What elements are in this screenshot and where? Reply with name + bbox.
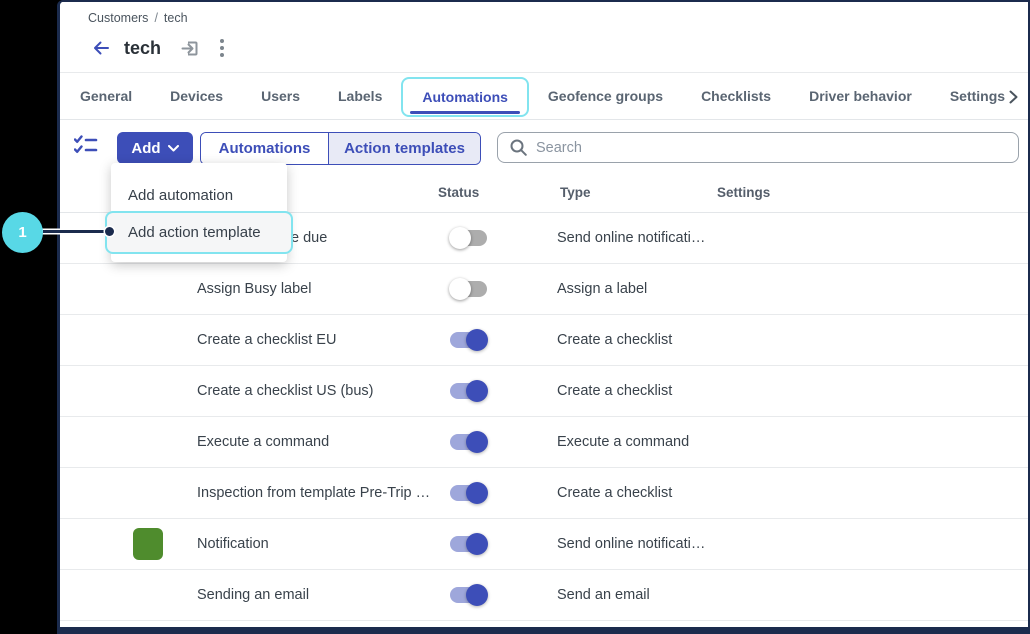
app-window: Customers / tech tech General Devices User… [57,0,1030,634]
page-title: tech [124,38,161,59]
tab-driver-behavior[interactable]: Driver behavior [790,73,931,120]
arrow-left-icon [91,38,111,58]
row-type: Create a checklist [557,383,672,399]
open-in-icon [181,39,200,58]
status-toggle[interactable] [450,383,487,399]
row-type: Execute a command [557,434,689,450]
more-actions-button[interactable] [209,35,235,61]
breadcrumb-tech: tech [164,11,188,25]
tab-users[interactable]: Users [242,73,319,120]
row-type: Assign a label [557,281,647,297]
row-type: Create a checklist [557,332,672,348]
breadcrumb-separator: / [154,11,157,25]
title-row: tech [88,35,235,61]
table-row[interactable]: Create a checklist EU Create a checklist [60,315,1028,366]
chevron-down-icon [168,145,179,152]
back-button[interactable] [88,35,114,61]
tab-devices[interactable]: Devices [151,73,242,120]
tabs-overflow-button[interactable] [1009,73,1018,120]
column-header-settings: Settings [717,185,770,200]
tab-labels[interactable]: Labels [319,73,401,120]
menu-item-add-action-template[interactable]: Add action template [105,211,293,254]
kebab-menu-icon [220,39,224,57]
table-row[interactable]: Notification Send online notificati… [60,519,1028,570]
status-toggle[interactable] [450,536,487,552]
chevron-right-icon [1009,90,1018,104]
segment-automations[interactable]: Automations [201,133,329,164]
checklist-view-button[interactable] [74,135,98,156]
segment-action-templates[interactable]: Action templates [329,133,480,164]
status-toggle[interactable] [450,587,487,603]
callout-dot [105,227,114,236]
status-toggle[interactable] [450,332,487,348]
table-row[interactable]: Sending an email Send an email [60,570,1028,621]
column-header-status: Status [438,185,479,200]
search-box[interactable] [497,132,1019,163]
row-name: Notification [197,536,269,552]
checklist-icon [74,135,98,156]
tab-geofence-groups[interactable]: Geofence groups [529,73,682,120]
add-button[interactable]: Add [117,132,193,164]
color-swatch [133,528,163,560]
view-segmented-control: Automations Action templates [200,132,481,165]
tab-automations[interactable]: Automations [401,77,529,117]
callout-badge-1: 1 [2,212,43,253]
row-name: Create a checklist US (bus) [197,383,373,399]
table-row[interactable]: Create a checklist US (bus) Create a che… [60,366,1028,417]
search-input[interactable] [536,140,1018,156]
app-header: Customers / tech tech [60,2,1028,73]
row-name: Create a checklist EU [197,332,336,348]
row-name: Sending an email [197,587,309,603]
tab-general[interactable]: General [61,73,151,120]
table-row[interactable]: Execute a command Execute a command [60,417,1028,468]
search-icon [510,139,527,156]
row-type: Send online notificati… [557,230,705,246]
row-type: Send online notificati… [557,536,705,552]
column-header-type: Type [560,185,591,200]
status-toggle[interactable] [450,281,487,297]
open-entity-button[interactable] [177,35,203,61]
row-type: Create a checklist [557,485,672,501]
row-name: Inspection from template Pre-Trip … [197,485,430,501]
callout-line [43,230,110,233]
tab-bar: General Devices Users Labels Automations… [60,73,1028,120]
breadcrumb: Customers / tech [88,11,188,25]
table-row[interactable]: Inspection from template Pre-Trip … Crea… [60,468,1028,519]
table-row[interactable]: Assign Busy label Assign a label [60,264,1028,315]
status-toggle[interactable] [450,230,487,246]
row-type: Send an email [557,587,650,603]
row-name: Execute a command [197,434,329,450]
status-toggle[interactable] [450,434,487,450]
status-toggle[interactable] [450,485,487,501]
row-name: Assign Busy label [197,281,311,297]
breadcrumb-customers[interactable]: Customers [88,11,148,25]
tab-checklists[interactable]: Checklists [682,73,790,120]
